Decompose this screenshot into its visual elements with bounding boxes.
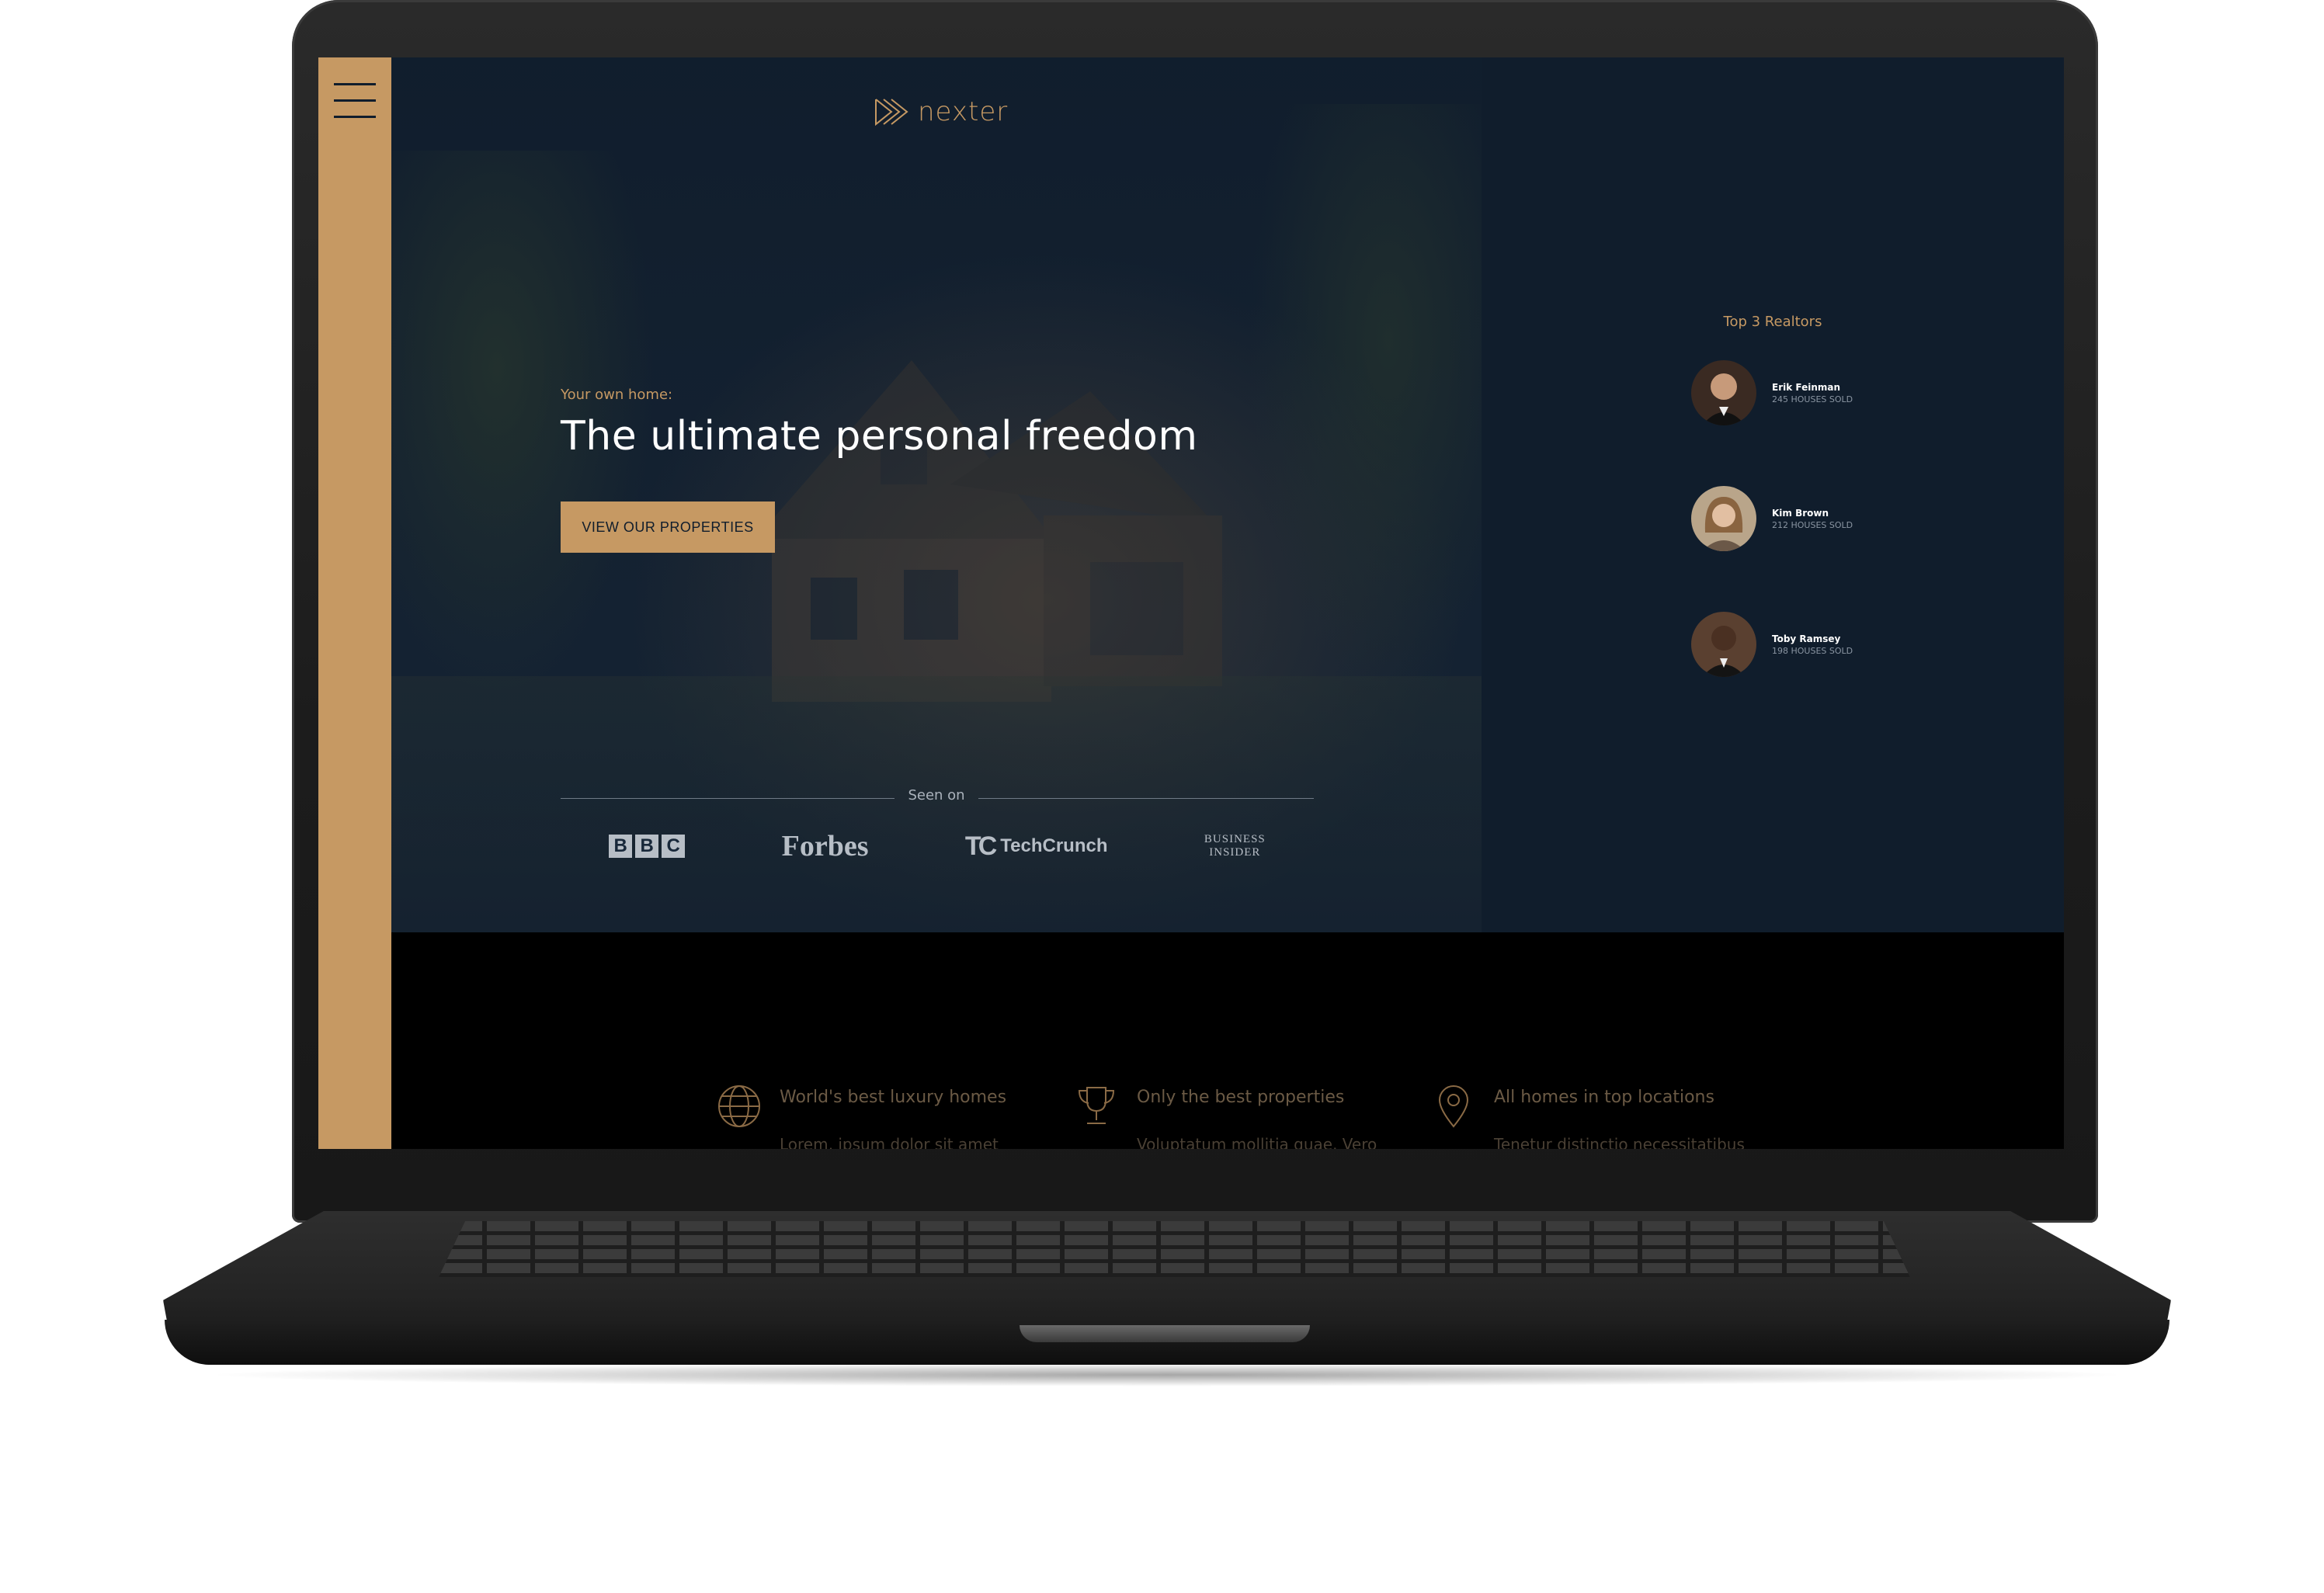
brand-logo[interactable]: nexter [873, 96, 1008, 127]
divider-line-left [561, 798, 895, 799]
press-logos: BBC Forbes TC TechCrunch BUSINESS INSIDER [561, 823, 1314, 869]
brand-name: nexter [918, 96, 1009, 127]
feature-title: Only the best properties [1137, 1088, 1345, 1107]
seen-on-label: Seen on [908, 787, 965, 803]
realtor-houses-sold: 198 HOUSES SOLD [1772, 645, 1853, 656]
avatar [1691, 486, 1756, 551]
features-section: World's best luxury homes Lorem, ipsum d… [391, 932, 2064, 1149]
laptop-screen: nexter Your own home: The ultimate perso… [318, 57, 2064, 1149]
realtor-name: Toby Ramsey [1772, 633, 1841, 644]
feature-item: World's best luxury homes Lorem, ipsum d… [716, 1085, 1007, 1149]
laptop-shadow [202, 1363, 2132, 1386]
hamburger-menu-icon[interactable] [334, 83, 376, 119]
feature-text: Lorem, ipsum dolor sit amet [780, 1135, 999, 1149]
globe-icon [718, 1085, 760, 1127]
divider-line-right [978, 798, 1314, 799]
logo-icon [875, 99, 908, 127]
realtors-title: Top 3 Realtors [1723, 314, 1822, 330]
realtor-houses-sold: 212 HOUSES SOLD [1772, 519, 1853, 530]
realtor-card[interactable]: Toby Ramsey 198 HOUSES SOLD [1691, 612, 1853, 677]
forbes-logo: Forbes [781, 830, 869, 862]
business-insider-logo: BUSINESS INSIDER [1204, 833, 1266, 859]
realtor-houses-sold: 245 HOUSES SOLD [1772, 394, 1853, 404]
realtors-panel: Top 3 Realtors Erik Feinman 245 HOUSES S… [1482, 57, 2064, 932]
bbc-logo: BBC [609, 835, 686, 858]
realtor-name: Kim Brown [1772, 507, 1829, 519]
realtor-card[interactable]: Erik Feinman 245 HOUSES SOLD [1691, 360, 1853, 425]
feature-item: All homes in top locations Tenetur disti… [1430, 1085, 1745, 1149]
hero-subtitle: Your own home: [561, 387, 673, 403]
techcrunch-logo: TC TechCrunch [964, 831, 1108, 861]
feature-title: World's best luxury homes [780, 1088, 1007, 1107]
map-pin-icon [1438, 1085, 1469, 1128]
sidebar [318, 57, 391, 1149]
laptop-keyboard [439, 1221, 1910, 1277]
hero-title: The ultimate personal freedom [561, 413, 1198, 460]
realtor-name: Erik Feinman [1772, 381, 1841, 393]
trophy-icon [1078, 1087, 1115, 1124]
realtor-card[interactable]: Kim Brown 212 HOUSES SOLD [1691, 486, 1853, 551]
laptop-notch [1020, 1325, 1310, 1342]
feature-text: Voluptatum mollitia quae. Vero [1137, 1135, 1377, 1149]
view-properties-button[interactable]: VIEW OUR PROPERTIES [561, 502, 775, 553]
feature-title: All homes in top locations [1494, 1088, 1714, 1107]
feature-text: Tenetur distinctio necessitatibus [1494, 1135, 1745, 1149]
avatar [1691, 612, 1756, 677]
feature-item: Only the best properties Voluptatum moll… [1073, 1087, 1377, 1149]
seen-on-divider: Seen on [561, 787, 1314, 810]
avatar [1691, 360, 1756, 425]
hero-section: nexter Your own home: The ultimate perso… [391, 57, 1482, 932]
